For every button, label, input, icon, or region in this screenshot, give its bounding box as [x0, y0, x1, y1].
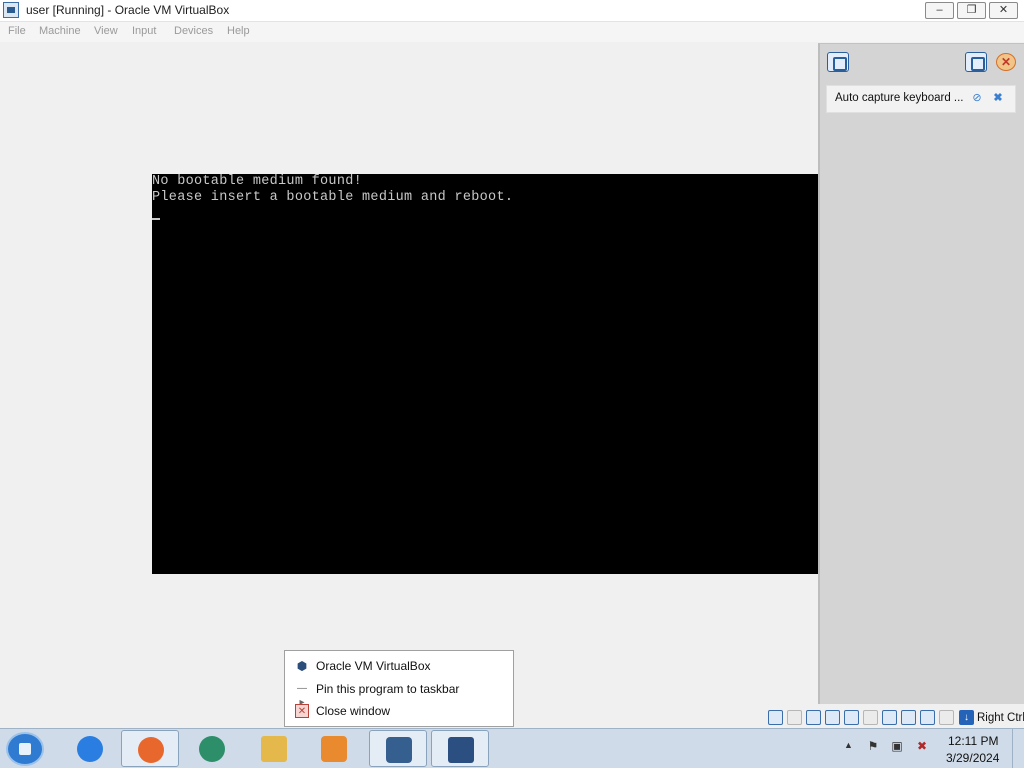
restore-button[interactable]: ❐	[957, 2, 986, 19]
pin-icon: —▸	[297, 683, 307, 708]
jump-list-pin[interactable]: —▸ Pin this program to taskbar	[285, 678, 513, 708]
vm-display[interactable]: No bootable medium found! Please insert …	[152, 174, 872, 574]
virtualbox-icon: ⬢	[296, 659, 308, 673]
status-icon-8[interactable]	[901, 710, 916, 725]
status-icon-2[interactable]	[787, 710, 802, 725]
taskbar-app-7-icon	[448, 737, 474, 763]
status-icon-7[interactable]	[882, 710, 897, 725]
clear-notifications-icon[interactable]	[996, 53, 1016, 71]
show-hidden-icons-icon[interactable]: ▲	[844, 740, 853, 750]
start-button[interactable]	[6, 732, 44, 766]
jump-list-close-window[interactable]: ✕ Close window	[285, 700, 513, 722]
mute-notification-icon[interactable]: ⊘	[971, 92, 983, 104]
panel-settings-icon[interactable]	[965, 52, 987, 72]
network-icon[interactable]: ▣	[890, 739, 904, 753]
taskbar-app-5-icon	[321, 736, 347, 762]
volume-muted-icon[interactable]: ✖	[915, 739, 929, 753]
notification-item[interactable]: Auto capture keyboard ... ⊘ ✖	[826, 85, 1016, 113]
taskbar-app-2-icon	[138, 737, 164, 763]
dismiss-notification-icon[interactable]: ✖	[992, 92, 1004, 104]
taskbar-button-7[interactable]	[431, 730, 489, 767]
jump-list-label: Close window	[316, 704, 391, 718]
taskbar-button-4[interactable]	[245, 730, 303, 767]
close-icon: ✕	[295, 704, 309, 718]
jump-list-label: Pin this program to taskbar	[316, 682, 460, 696]
virtualbox-app-icon[interactable]	[3, 2, 19, 18]
taskbar: ▲ ⚑ ▣ ✖ 12:11 PM 3/29/2024	[0, 728, 1024, 768]
taskbar-button-1[interactable]	[61, 730, 119, 767]
minimize-button[interactable]: –	[925, 2, 954, 19]
host-key-icon[interactable]: ↓	[959, 710, 974, 725]
taskbar-app-6-icon	[386, 737, 412, 763]
menu-help[interactable]: Help	[227, 25, 250, 37]
status-icon-3[interactable]	[806, 710, 821, 725]
notification-panel: Auto capture keyboard ... ⊘ ✖	[818, 43, 1024, 704]
action-center-flag-icon[interactable]: ⚑	[866, 739, 880, 753]
status-icon-9[interactable]	[920, 710, 935, 725]
status-icon-10[interactable]	[939, 710, 954, 725]
menu-machine[interactable]: Machine	[39, 25, 81, 37]
notification-message: Auto capture keyboard ...	[835, 92, 964, 104]
clock-time[interactable]: 12:11 PM	[948, 734, 998, 748]
menu-view[interactable]: View	[94, 25, 118, 37]
vm-console-line: No bootable medium found!	[152, 174, 363, 189]
host-key-label: Right Ctrl	[977, 712, 1024, 724]
vm-console-line: Please insert a bootable medium and rebo…	[152, 190, 514, 205]
taskbar-app-4-icon	[261, 736, 287, 762]
show-desktop-button[interactable]	[1012, 729, 1024, 768]
taskbar-jump-list: ⬢ Oracle VM VirtualBox —▸ Pin this progr…	[284, 650, 514, 727]
clock-date[interactable]: 3/29/2024	[946, 751, 999, 765]
menu-file[interactable]: File	[8, 25, 26, 37]
window-title-bar[interactable]: user [Running] - Oracle VM VirtualBox – …	[0, 0, 1024, 22]
menu-devices[interactable]: Devices	[174, 25, 213, 37]
menu-input[interactable]: Input	[132, 25, 156, 37]
taskbar-button-3[interactable]	[183, 730, 241, 767]
taskbar-button-5[interactable]	[305, 730, 363, 767]
status-icon-6[interactable]	[863, 710, 878, 725]
taskbar-button-2[interactable]	[121, 730, 179, 767]
status-icon-4[interactable]	[825, 710, 840, 725]
status-icon-1[interactable]	[768, 710, 783, 725]
close-button[interactable]: ✕	[989, 2, 1018, 19]
jump-list-label: Oracle VM VirtualBox	[316, 659, 431, 673]
notification-center-icon[interactable]	[827, 52, 849, 72]
status-icon-5[interactable]	[844, 710, 859, 725]
taskbar-button-6[interactable]	[369, 730, 427, 767]
jump-list-open-app[interactable]: ⬢ Oracle VM VirtualBox	[285, 655, 513, 677]
window-title: user [Running] - Oracle VM VirtualBox	[26, 3, 230, 17]
text-cursor	[152, 218, 160, 220]
taskbar-app-1-icon	[77, 736, 103, 762]
taskbar-app-3-icon	[199, 736, 225, 762]
menu-bar: File Machine View Input Devices Help	[0, 22, 1024, 42]
